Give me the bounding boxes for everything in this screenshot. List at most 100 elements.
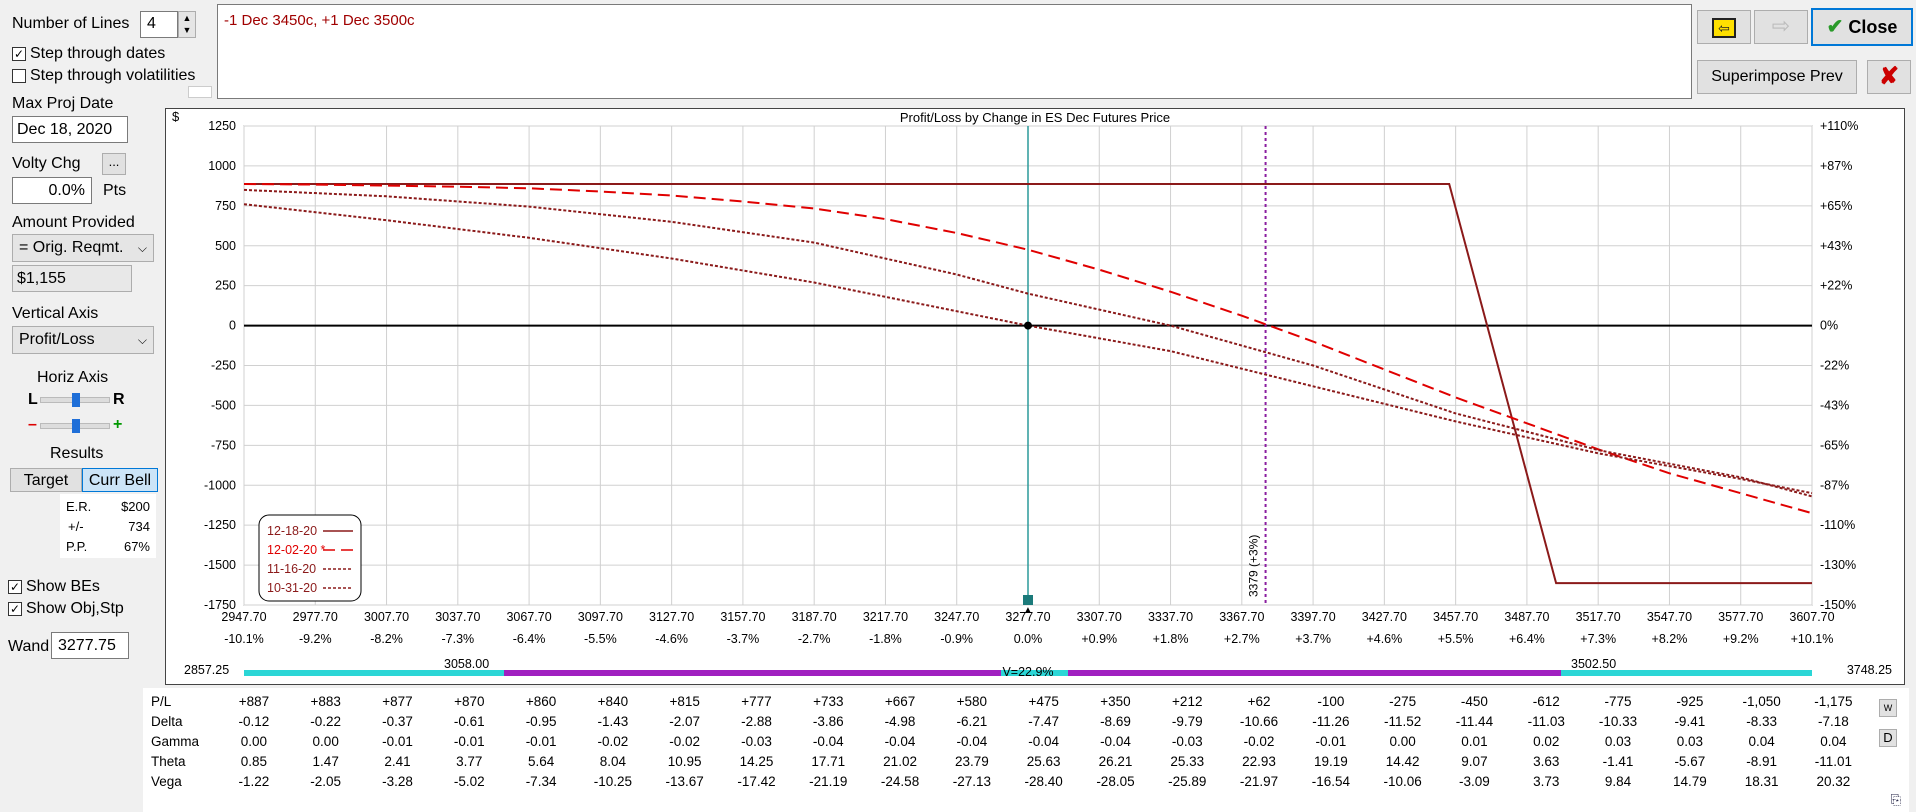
legend-label: 11-16-20 bbox=[267, 562, 316, 576]
greek-cell: -0.37 bbox=[382, 713, 413, 729]
pct-tick-label: +7.3% bbox=[1580, 632, 1616, 646]
greek-row-label: P/L bbox=[151, 693, 172, 709]
x-tick-label: 2947.70 bbox=[221, 610, 266, 624]
greek-cell: +887 bbox=[238, 693, 270, 709]
max-proj-input[interactable]: Dec 18, 2020 bbox=[12, 116, 128, 143]
greek-cell: -11.52 bbox=[1384, 713, 1422, 729]
slider-thumb[interactable] bbox=[72, 419, 80, 433]
haxis-zoom-slider[interactable] bbox=[40, 419, 110, 433]
num-lines-spinner[interactable]: ▲ ▼ bbox=[178, 11, 196, 38]
greek-cell: -21.97 bbox=[1239, 773, 1279, 789]
greek-cell: -0.01 bbox=[525, 733, 557, 749]
greeks-panel: P/L +887 +883 +877 +870 +860 +840 +815 +777 +733 +… bbox=[143, 688, 1909, 812]
legend-label: 12-02-20 * bbox=[267, 543, 326, 557]
num-lines-input[interactable]: 4 bbox=[140, 11, 178, 38]
greek-cell: 14.25 bbox=[739, 753, 774, 769]
greek-cell: -1.22 bbox=[238, 773, 270, 789]
show-obj-checkbox[interactable]: ✓ Show Obj,Stp bbox=[8, 600, 124, 618]
greek-cell: -11.26 bbox=[1312, 713, 1350, 729]
pct-tick-label: +5.5% bbox=[1438, 632, 1474, 646]
greek-cell: -0.02 bbox=[597, 733, 629, 749]
show-bes-checkbox[interactable]: ✓ Show BEs bbox=[8, 578, 100, 596]
y-tick-label: 0 bbox=[229, 319, 236, 333]
step-dates-checkbox[interactable]: ✓ Step through dates bbox=[12, 45, 165, 63]
pl-chart[interactable]: Profit/Loss by Change in ES Dec Futures … bbox=[166, 109, 1904, 684]
greek-cell: -3.28 bbox=[382, 773, 413, 789]
greek-cell: -11.03 bbox=[1527, 713, 1565, 729]
y-tick-label: -750 bbox=[211, 438, 236, 452]
d-button[interactable]: D bbox=[1879, 729, 1897, 747]
max-proj-label: Max Proj Date bbox=[12, 95, 114, 112]
greek-cell: 17.71 bbox=[811, 753, 846, 769]
greek-cell: 21.02 bbox=[883, 753, 917, 769]
greek-cell: -0.01 bbox=[1315, 733, 1347, 749]
pm-value: 734 bbox=[128, 519, 150, 534]
export-icon[interactable]: ⎘ bbox=[1891, 792, 1901, 808]
er-value: $200 bbox=[121, 499, 150, 514]
greek-cell: -1.41 bbox=[1602, 753, 1634, 769]
w-button[interactable]: W bbox=[1879, 699, 1897, 717]
greek-cell: -0.04 bbox=[884, 733, 916, 749]
greek-cell: -2.07 bbox=[669, 713, 701, 729]
close-button[interactable]: ✔ Close bbox=[1811, 8, 1913, 46]
right-tick-label: +22% bbox=[1820, 279, 1852, 293]
right-tick-label: -130% bbox=[1820, 558, 1856, 572]
amount-select[interactable]: = Orig. Reqmt. ⌵ bbox=[12, 234, 154, 262]
position-textarea[interactable]: -1 Dec 3450c, +1 Dec 3500c bbox=[217, 4, 1692, 99]
pct-tick-label: -0.9% bbox=[940, 632, 973, 646]
arrow-right-icon: ⇨ bbox=[1771, 13, 1791, 38]
wand-label: Wand bbox=[8, 638, 50, 655]
greek-cell: -24.58 bbox=[880, 773, 920, 789]
x-tick-label: 3547.70 bbox=[1647, 610, 1692, 624]
greek-cell: -2.88 bbox=[741, 713, 772, 729]
greek-cell: -1.43 bbox=[597, 713, 629, 729]
y-tick-label: -250 bbox=[211, 359, 236, 373]
step-vols-checkbox[interactable]: Step through volatilities bbox=[12, 67, 195, 85]
slider-thumb[interactable] bbox=[72, 393, 80, 407]
volty-input[interactable]: 0.0% bbox=[12, 177, 92, 204]
greek-cell: -0.02 bbox=[669, 733, 701, 749]
greek-cell: 0.00 bbox=[312, 733, 339, 749]
x-tick-label: 3397.70 bbox=[1290, 610, 1335, 624]
y-axis-label: $ bbox=[172, 109, 180, 124]
y-tick-label: 250 bbox=[215, 279, 236, 293]
vaxis-select[interactable]: Profit/Loss ⌵ bbox=[12, 326, 154, 354]
greek-cell: 5.64 bbox=[527, 753, 555, 769]
greek-cell: -0.02 bbox=[1243, 733, 1275, 749]
wand-input[interactable]: 3277.75 bbox=[51, 632, 129, 659]
arrow-left-icon: ⇦ bbox=[1712, 18, 1736, 38]
right-tick-label: -87% bbox=[1820, 478, 1849, 492]
bell-left-label: 2857.25 bbox=[184, 663, 229, 677]
pp-value: 67% bbox=[123, 539, 150, 554]
checkmark-icon: ✔ bbox=[1826, 16, 1844, 38]
haxis-lr-slider[interactable] bbox=[40, 393, 110, 407]
volty-options-button[interactable]: ... bbox=[102, 153, 126, 175]
chevron-down-icon: ⌵ bbox=[137, 333, 147, 347]
currbell-button[interactable]: Curr Bell bbox=[82, 468, 158, 492]
greek-cell: +840 bbox=[597, 693, 629, 709]
greek-cell: -8.91 bbox=[1746, 753, 1778, 769]
pct-tick-label: +2.7% bbox=[1224, 632, 1260, 646]
greek-cell: +860 bbox=[525, 693, 557, 709]
x-tick-label: 3037.70 bbox=[435, 610, 480, 624]
pct-tick-label: +3.7% bbox=[1295, 632, 1331, 646]
y-tick-label: -500 bbox=[211, 398, 236, 412]
greek-cell: 0.85 bbox=[240, 753, 268, 769]
x-tick-label: 3217.70 bbox=[863, 610, 908, 624]
haxis-r-label: R bbox=[113, 391, 125, 408]
forward-button[interactable]: ⇨ bbox=[1754, 10, 1808, 44]
right-tick-label: -43% bbox=[1820, 398, 1849, 412]
scroll-handle[interactable] bbox=[188, 86, 212, 98]
pct-tick-label: -6.4% bbox=[513, 632, 546, 646]
target-button[interactable]: Target bbox=[10, 468, 82, 492]
pm-label: +/- bbox=[68, 519, 84, 534]
checkbox-unchecked-icon bbox=[12, 68, 26, 83]
x-tick-label: 3247.70 bbox=[934, 610, 979, 624]
y-tick-label: -1250 bbox=[204, 518, 236, 532]
greek-cell: -100 bbox=[1317, 693, 1345, 709]
show-bes-label: Show BEs bbox=[26, 578, 100, 595]
superimpose-button[interactable]: Superimpose Prev bbox=[1697, 60, 1857, 94]
back-button[interactable]: ⇦ bbox=[1697, 10, 1751, 44]
delete-button[interactable]: ✘ bbox=[1867, 60, 1911, 94]
x-tick-label: 3577.70 bbox=[1718, 610, 1763, 624]
